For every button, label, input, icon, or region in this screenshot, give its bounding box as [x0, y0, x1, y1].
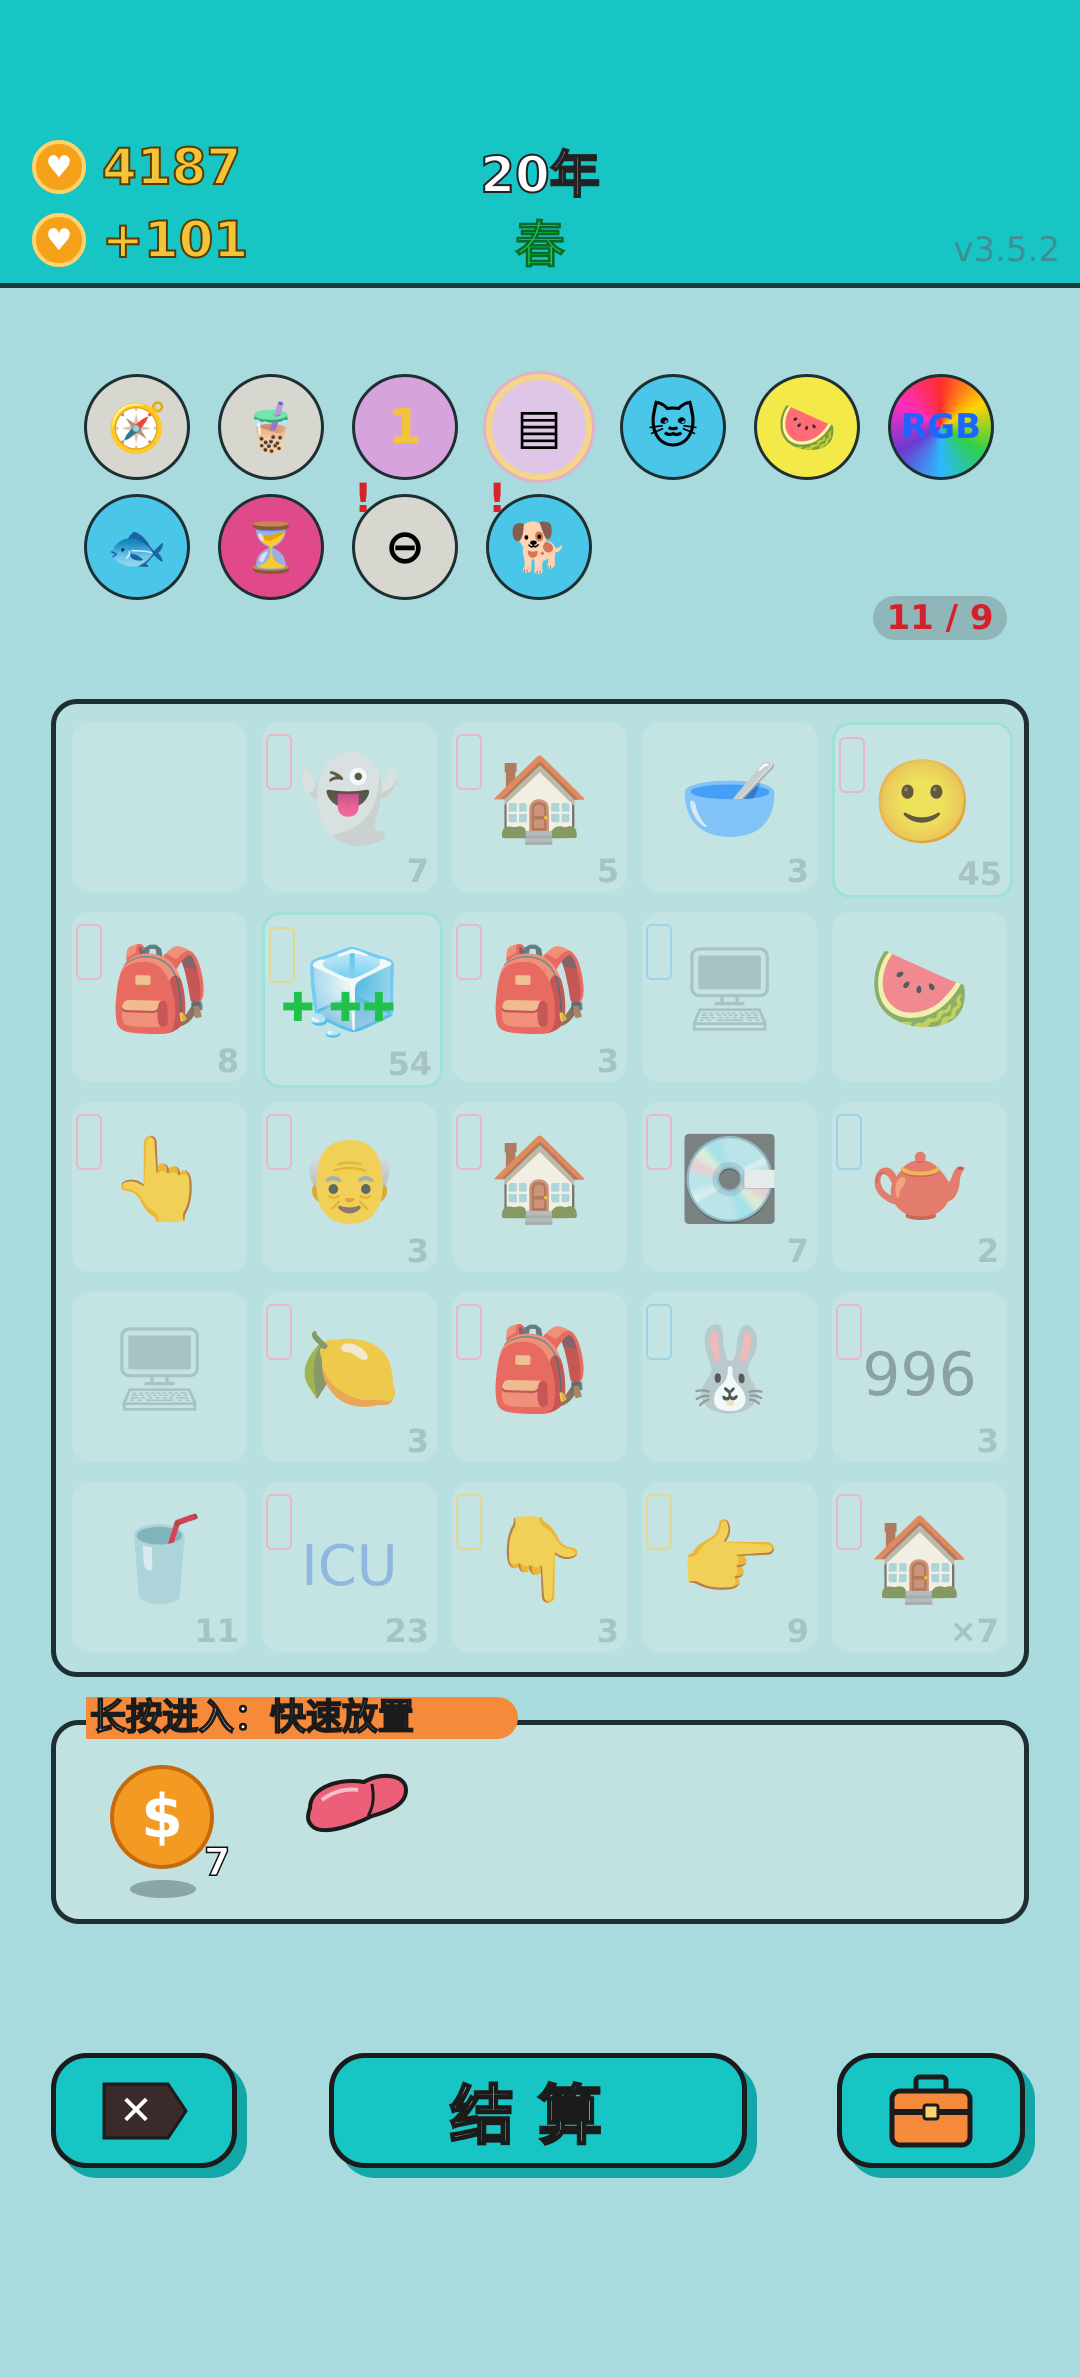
bunny-bag-icon: 🎒 [488, 1322, 591, 1417]
board-cell-996[interactable]: 996 3 [832, 1292, 1007, 1462]
item-count: 8 [216, 1042, 239, 1080]
coin-shadow [130, 1880, 196, 1898]
board-cell-gpu[interactable]: 💽 7 [642, 1102, 817, 1272]
liver-icon[interactable] [302, 1768, 412, 1838]
board-cell-lemon-face[interactable]: 🍋 3 [262, 1292, 437, 1462]
drink-cup-icon: 🥤 [108, 1512, 211, 1607]
pointing-right-icon: 👉 [678, 1512, 781, 1607]
board-cell-teapot[interactable]: 🫖 2 [832, 1102, 1007, 1272]
item-count: 3 [596, 1612, 619, 1650]
bag-button[interactable] [837, 2053, 1025, 2168]
board-cell-bunny-bag[interactable]: 🎒 [452, 1292, 627, 1462]
board-cell-fridge[interactable]: 🧊 54 ✚ ✚✚ [262, 912, 443, 1088]
watermelon-icon: 🍉 [868, 942, 971, 1037]
close-icon: ✕ [102, 2082, 188, 2139]
board-cell-pointing-right[interactable]: 👉 9 [642, 1482, 817, 1652]
item-count: 11 [194, 1612, 239, 1650]
996-icon: 996 [862, 1340, 977, 1410]
board-cell-ghost[interactable]: 👻 7 [262, 722, 437, 892]
cats-icon[interactable]: 🐱 [620, 374, 726, 480]
board-cell-face[interactable]: 🙂 45 [832, 722, 1013, 898]
alert-icon: ! [488, 476, 507, 522]
face-icon: 🙂 [871, 755, 974, 850]
compass-icon[interactable]: 🧭 [84, 374, 190, 480]
season-label: 春 [515, 216, 566, 275]
board-cell-pc-tower[interactable]: 🖥 [642, 912, 817, 1082]
board-cell-bowl[interactable]: 🥣 3 [642, 722, 817, 892]
fish-tank-icon[interactable]: 🐟 [84, 494, 190, 600]
pointing-hand-icon: 👆 [108, 1132, 211, 1227]
board-cell-house-sign[interactable]: 🏠 [452, 1102, 627, 1272]
item-count: 9 [786, 1612, 809, 1650]
dollar-count: 7 [203, 1839, 231, 1885]
item-count: 45 [957, 855, 1002, 893]
item-count: 2 [976, 1232, 999, 1270]
dollar-coin-icon[interactable]: $ [110, 1765, 214, 1869]
close-button[interactable]: ✕ [51, 2053, 237, 2168]
old-man-icon: 👴 [298, 1132, 401, 1227]
hourglass-icon[interactable]: ⏳ [218, 494, 324, 600]
yellow-hand-icon: 👇 [488, 1512, 591, 1607]
lemon-face-icon: 🍋 [298, 1322, 401, 1417]
bubble-tea-icon[interactable]: 🧋 [218, 374, 324, 480]
top-status-bar: ♥ 4187 ♥ +101 20年 春 v3.5.2 [0, 0, 1080, 288]
board-cell-old-man[interactable]: 👴 3 [262, 1102, 437, 1272]
board-cell-rabbit[interactable]: 🐰 [642, 1292, 817, 1462]
item-count: 54 [387, 1045, 432, 1083]
icu-icon: ICU [301, 1534, 398, 1599]
item-count: 3 [406, 1232, 429, 1270]
board-cell-watermelon[interactable]: 🍉 [832, 912, 1007, 1082]
item-counter: 11 / 9 [873, 596, 1007, 640]
briefcase-icon [889, 2074, 973, 2147]
pc-tower-icon: 🖥 [677, 942, 782, 1037]
item-count: ×7 [949, 1612, 999, 1650]
fruit-bowl-icon[interactable]: 🍉 [754, 374, 860, 480]
bunny-bag-icon: 🎒 [488, 942, 591, 1037]
board-cell-drink-cup[interactable]: 🥤 11 [72, 1482, 247, 1652]
item-count: 7 [406, 852, 429, 890]
item-count: 23 [384, 1612, 429, 1650]
item-count: 3 [786, 852, 809, 890]
board-cell-pointing-hand[interactable]: 👆 [72, 1102, 247, 1272]
year-label: 20年 [479, 145, 601, 205]
board-cell-yellow-hand[interactable]: 👇 3 [452, 1482, 627, 1652]
rgb-icon[interactable]: RGB [888, 374, 994, 480]
board-cell-icu[interactable]: ICU 23 [262, 1482, 437, 1652]
gpu-icon: 💽 [678, 1132, 781, 1227]
girl-coin-icon[interactable]: 1 [352, 374, 458, 480]
item-count: 5 [596, 852, 619, 890]
board-cell-bunny-bag[interactable]: 🎒 3 [452, 912, 627, 1082]
board-cell-house[interactable]: 🏠 ×7 [832, 1482, 1007, 1652]
quick-place-label[interactable]: 长按进入：快速放置 [86, 1696, 518, 1739]
rabbit-icon: 🐰 [678, 1322, 781, 1417]
version-label: v3.5.2 [953, 230, 1060, 270]
ghost-icon: 👻 [298, 752, 401, 847]
house-icon: 🏠 [488, 752, 591, 847]
board-cell-bunny-bag[interactable]: 🎒 8 [72, 912, 247, 1082]
item-count: 3 [976, 1422, 999, 1460]
item-count: 3 [596, 1042, 619, 1080]
skirt-icon[interactable]: ▤ [486, 374, 592, 480]
board-cell-empty[interactable] [72, 722, 247, 892]
monitor-icon: 🖥 [107, 1322, 212, 1417]
item-count: 3 [406, 1422, 429, 1460]
board-cell-monitor[interactable]: 🖥 [72, 1292, 247, 1462]
settle-button[interactable]: 结算 [329, 2053, 747, 2168]
bunny-bag-icon: 🎒 [108, 942, 211, 1037]
board-cell-house[interactable]: 🏠 5 [452, 722, 627, 892]
bowl-icon: 🥣 [678, 752, 781, 847]
item-count: 7 [786, 1232, 809, 1270]
teapot-icon: 🫖 [868, 1132, 971, 1227]
sparkle-effect: ✚ ✚✚ [281, 985, 396, 1031]
svg-text:✕: ✕ [119, 2088, 153, 2134]
house-sign-icon: 🏠 [488, 1132, 591, 1227]
house-icon: 🏠 [868, 1512, 971, 1607]
alert-icon: ! [354, 476, 373, 522]
